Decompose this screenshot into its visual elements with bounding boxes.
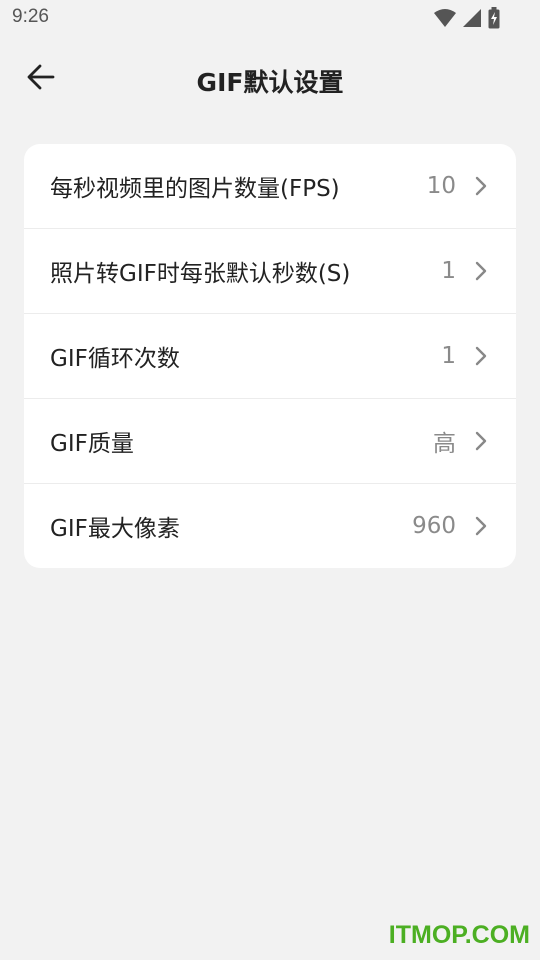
- setting-label: 每秒视频里的图片数量(FPS): [50, 176, 340, 202]
- chevron-right-icon: [475, 176, 487, 196]
- app-bar: GIF默认设置: [0, 44, 540, 114]
- chevron-right-icon: [475, 261, 487, 281]
- chevron-right-icon: [475, 346, 487, 366]
- setting-row-seconds-per-photo[interactable]: 照片转GIF时每张默认秒数(S) 1: [24, 228, 516, 313]
- page-title: GIF默认设置: [196, 68, 344, 97]
- cellular-signal-icon: [462, 8, 482, 28]
- watermark: ITMOP.COM: [388, 921, 530, 949]
- settings-card: 每秒视频里的图片数量(FPS) 10 照片转GIF时每张默认秒数(S) 1 GI…: [24, 144, 516, 568]
- setting-label: 照片转GIF时每张默认秒数(S): [50, 261, 351, 287]
- setting-value: 10: [426, 173, 456, 199]
- battery-charging-icon: [488, 7, 500, 29]
- setting-value: 960: [412, 513, 456, 539]
- setting-row-max-pixels[interactable]: GIF最大像素 960: [24, 483, 516, 568]
- status-icons: [434, 7, 500, 29]
- status-time: 9:26: [12, 6, 49, 27]
- setting-value: 1: [441, 258, 456, 284]
- setting-value: 高: [433, 431, 456, 457]
- setting-row-loop-count[interactable]: GIF循环次数 1: [24, 313, 516, 398]
- setting-label: GIF循环次数: [50, 346, 180, 372]
- chevron-right-icon: [475, 431, 487, 451]
- setting-row-fps[interactable]: 每秒视频里的图片数量(FPS) 10: [24, 144, 516, 228]
- status-bar: 9:26: [0, 0, 540, 36]
- chevron-right-icon: [475, 516, 487, 536]
- setting-label: GIF最大像素: [50, 516, 180, 542]
- setting-label: GIF质量: [50, 431, 134, 457]
- wifi-icon: [434, 8, 456, 28]
- setting-row-quality[interactable]: GIF质量 高: [24, 398, 516, 483]
- setting-value: 1: [441, 343, 456, 369]
